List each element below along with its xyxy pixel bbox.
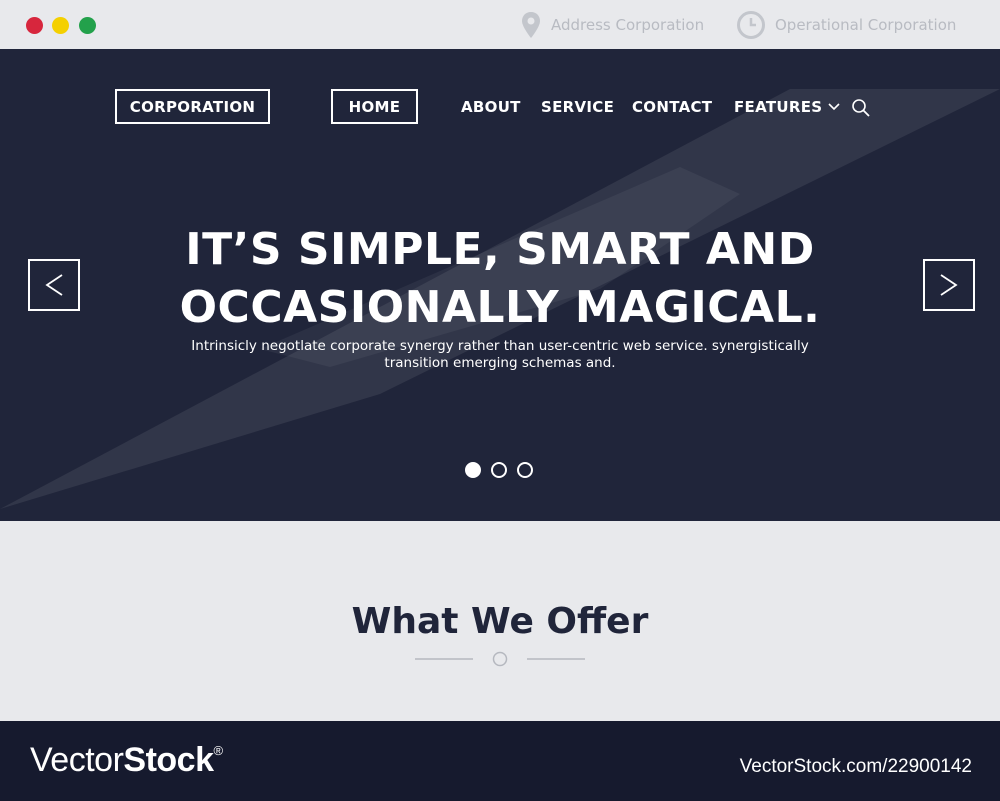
slide-indicator-2[interactable] — [491, 462, 507, 478]
location-pin-icon — [522, 12, 540, 38]
watermark-bar: VectorStock® VectorStock.com/22900142 — [0, 721, 1000, 801]
watermark-url: VectorStock.com/22900142 — [739, 756, 972, 777]
hero-title-line-1: IT’S SIMPLE, SMART AND — [185, 224, 815, 275]
main-navigation: CORPORATION HOME ABOUT SERVICE CONTACT F… — [0, 49, 1000, 169]
brand-logo[interactable]: CORPORATION — [115, 89, 270, 124]
offer-section: What We Offer — [0, 521, 1000, 721]
hero-title-line-2: OCCASIONALLY MAGICAL. — [179, 282, 821, 333]
nav-features-label: FEATURES — [734, 97, 823, 116]
section-divider — [415, 651, 585, 667]
nav-features[interactable]: FEATURES — [734, 89, 840, 124]
search-icon — [852, 99, 870, 117]
minimize-window-button[interactable] — [52, 17, 69, 34]
slide-indicator-1[interactable] — [465, 462, 481, 478]
search-button[interactable] — [851, 98, 871, 122]
hero-subtitle: Intrinsicly negotlate corporate synergy … — [191, 338, 809, 371]
logo-stock-text: Stock — [123, 741, 214, 779]
nav-contact[interactable]: CONTACT — [632, 89, 712, 124]
browser-top-bar: Address Corporation Operational Corporat… — [0, 0, 1000, 49]
slide-indicator-3[interactable] — [517, 462, 533, 478]
vectorstock-logo: VectorStock® — [30, 741, 223, 780]
logo-registered-mark: ® — [213, 743, 223, 758]
close-window-button[interactable] — [26, 17, 43, 34]
offer-title: What We Offer — [351, 601, 649, 642]
top-address-label: Address Corporation — [551, 16, 705, 34]
nav-service[interactable]: SERVICE — [541, 89, 614, 124]
chevron-down-icon — [828, 102, 840, 110]
top-address-info: Address Corporation — [520, 12, 704, 38]
logo-vector-text: Vector — [30, 741, 124, 779]
top-hours-info: Operational Corporation — [736, 11, 957, 39]
maximize-window-button[interactable] — [79, 17, 96, 34]
hero-title: IT’S SIMPLE, SMART AND OCCASIONALLY MAGI… — [0, 221, 1000, 337]
clock-icon — [737, 11, 765, 39]
nav-home[interactable]: HOME — [331, 89, 418, 124]
top-hours-label: Operational Corporation — [775, 16, 957, 34]
slide-indicators — [465, 462, 543, 478]
hero-section: CORPORATION HOME ABOUT SERVICE CONTACT F… — [0, 49, 1000, 521]
nav-about[interactable]: ABOUT — [461, 89, 521, 124]
